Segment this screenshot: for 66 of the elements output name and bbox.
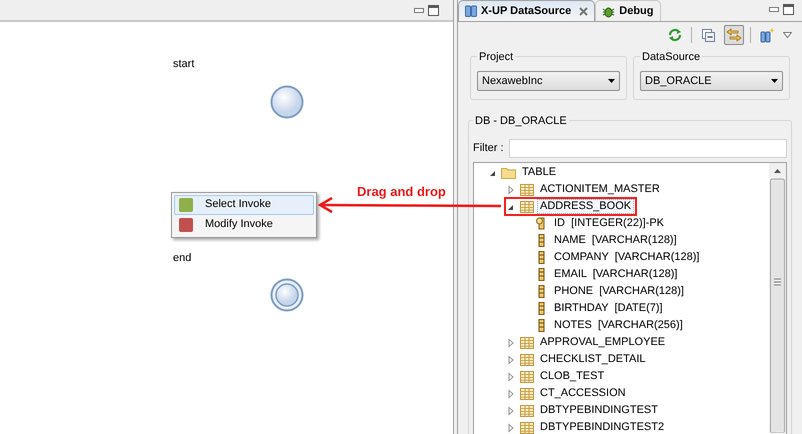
table-icon bbox=[520, 370, 534, 382]
view-tab[interactable]: X-UP DataSource bbox=[458, 0, 596, 21]
tree-item[interactable]: CHECKLIST_DETAIL bbox=[537, 352, 649, 367]
tree-item[interactable]: APPROVAL_EMPLOYEE bbox=[537, 335, 668, 350]
close-icon[interactable] bbox=[579, 6, 588, 16]
group-label: DB - DB_ORACLE bbox=[473, 113, 569, 130]
bug-icon bbox=[602, 4, 616, 18]
menu-item[interactable]: Modify Invoke bbox=[174, 214, 314, 234]
view-menu-icon[interactable] bbox=[783, 32, 792, 38]
datasource-icon bbox=[465, 5, 477, 17]
view-tab[interactable]: Debug bbox=[595, 0, 661, 21]
tree-item[interactable]: COMPANY [VARCHAR(128)] bbox=[551, 250, 702, 265]
filter-field[interactable] bbox=[508, 139, 787, 158]
tree-item[interactable]: NOTES [VARCHAR(256)] bbox=[551, 318, 686, 333]
invoke-icon bbox=[179, 218, 193, 232]
tree-item[interactable]: CLOB_TEST bbox=[537, 369, 608, 384]
tree-item[interactable]: DBTYPEBINDINGTEST2 bbox=[537, 420, 668, 434]
column-icon bbox=[538, 234, 544, 247]
filter-label: Filter : bbox=[473, 141, 504, 156]
tree-item[interactable]: ADDRESS_BOOK bbox=[537, 199, 634, 214]
node-label: start bbox=[173, 57, 194, 72]
column-icon bbox=[538, 285, 544, 298]
column-icon bbox=[538, 302, 544, 315]
tree-item[interactable]: PHONE [VARCHAR(128)] bbox=[551, 284, 687, 299]
table-icon bbox=[520, 184, 534, 196]
collapse-all-icon bbox=[702, 28, 714, 42]
invoke-icon bbox=[179, 198, 193, 212]
tree-item[interactable]: TABLE bbox=[519, 165, 560, 180]
key-column-icon bbox=[536, 217, 546, 230]
start-event-icon bbox=[270, 84, 304, 118]
end-event-icon bbox=[270, 278, 304, 312]
tree-item[interactable]: EMAIL [VARCHAR(128)] bbox=[551, 267, 680, 282]
table-icon bbox=[520, 388, 534, 400]
minimize-icon[interactable] bbox=[414, 8, 424, 12]
table-icon bbox=[520, 200, 534, 212]
dropdown[interactable]: NexawebInc bbox=[477, 71, 620, 91]
table-icon bbox=[520, 404, 534, 416]
tree-item[interactable]: BIRTHDAY [DATE(7)] bbox=[551, 301, 666, 316]
maximize-icon[interactable] bbox=[783, 4, 794, 15]
table-icon bbox=[520, 336, 534, 348]
column-icon bbox=[538, 319, 544, 332]
new-datasource-icon bbox=[760, 28, 774, 42]
minimize-icon[interactable] bbox=[769, 7, 779, 12]
table-icon bbox=[520, 422, 534, 434]
table-icon bbox=[520, 354, 534, 366]
folder-icon bbox=[501, 166, 516, 178]
column-icon bbox=[538, 268, 544, 281]
expand-toggle-icon[interactable] bbox=[506, 184, 516, 194]
scrollbar[interactable] bbox=[769, 163, 786, 433]
column-icon bbox=[538, 251, 544, 264]
refresh-icon bbox=[668, 28, 682, 42]
toolbar-button[interactable] bbox=[724, 25, 744, 45]
dropdown-caret-icon bbox=[771, 79, 778, 83]
tree-item[interactable]: NAME [VARCHAR(128)] bbox=[551, 233, 680, 248]
link-arrows-icon bbox=[726, 28, 742, 42]
menu-item[interactable]: Select Invoke bbox=[174, 194, 314, 214]
dropdown[interactable]: DB_ORACLE bbox=[640, 71, 783, 91]
node-label: end bbox=[173, 250, 192, 266]
tree-item[interactable]: DBTYPEBINDINGTEST bbox=[537, 403, 661, 418]
maximize-icon[interactable] bbox=[428, 4, 439, 16]
tree-item[interactable]: CT_ACCESSION bbox=[537, 386, 629, 401]
tree-item[interactable]: ACTIONITEM_MASTER bbox=[537, 182, 663, 197]
dropdown-caret-icon bbox=[608, 79, 615, 83]
group-label: Project bbox=[477, 49, 516, 66]
annotation-text: Drag and drop bbox=[357, 183, 446, 201]
tree-item[interactable]: ID [INTEGER(22)]-PK bbox=[551, 216, 668, 231]
